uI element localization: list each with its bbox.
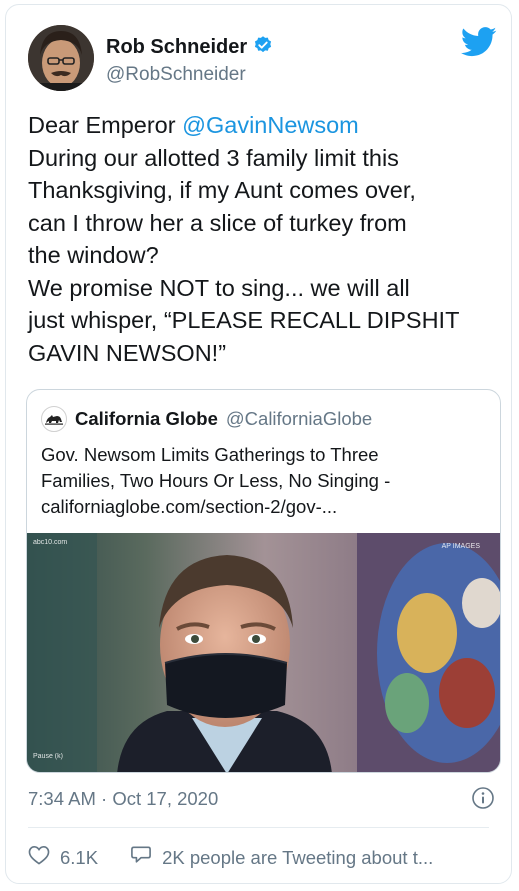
tweet-timestamp[interactable]: 7:34 AM · Oct 17, 2020: [28, 788, 218, 810]
verified-badge-icon: [253, 35, 273, 60]
mention-link[interactable]: @GavinNewsom: [182, 112, 359, 138]
quoted-tweet-header: California Globe @CaliforniaGlobe: [41, 406, 372, 432]
quoted-author-name[interactable]: California Globe: [75, 408, 218, 430]
tweet-text: Dear Emperor @GavinNewsom During our all…: [28, 109, 498, 369]
image-watermark-right: AP IMAGES: [441, 543, 480, 550]
conversation-label: 2K people are Tweeting about t...: [162, 846, 434, 868]
heart-icon: [28, 845, 50, 870]
twitter-bird-icon[interactable]: [460, 27, 497, 57]
avatar-photo: [28, 25, 94, 91]
quoted-tweet-image[interactable]: abc10.com AP IMAGES Pause (k): [27, 533, 500, 772]
info-icon[interactable]: [471, 786, 495, 810]
california-globe-logo-icon: [41, 406, 67, 432]
tweet-text-prefix: Dear Emperor: [28, 112, 183, 138]
quoted-tweet-text: Gov. Newsom Limits Gatherings to Three F…: [41, 444, 391, 517]
like-button[interactable]: 6.1K: [28, 845, 98, 870]
like-count: 6.1K: [60, 846, 99, 868]
image-watermark-left: abc10.com: [33, 539, 68, 546]
author-display-name[interactable]: Rob Schneider: [106, 36, 247, 59]
quoted-author-handle[interactable]: @CaliforniaGlobe: [226, 408, 372, 430]
newsom-photo: [27, 533, 500, 772]
divider: [28, 827, 489, 828]
avatar[interactable]: [28, 25, 94, 91]
author-block: Rob Schneider @RobSchneider: [106, 35, 273, 86]
reply-bubble-icon: [130, 845, 152, 870]
tweet-actions: 6.1K 2K people are Tweeting about t...: [28, 845, 433, 870]
quoted-tweet[interactable]: California Globe @CaliforniaGlobe Gov. N…: [26, 389, 501, 773]
image-caption: Pause (k): [33, 753, 63, 760]
tweet-body: During our allotted 3 family limit this …: [28, 144, 460, 366]
conversation-button[interactable]: 2K people are Tweeting about t...: [130, 845, 433, 870]
tweet-card: Rob Schneider @RobSchneider Dear Emperor…: [5, 4, 512, 884]
author-handle[interactable]: @RobSchneider: [106, 64, 273, 86]
